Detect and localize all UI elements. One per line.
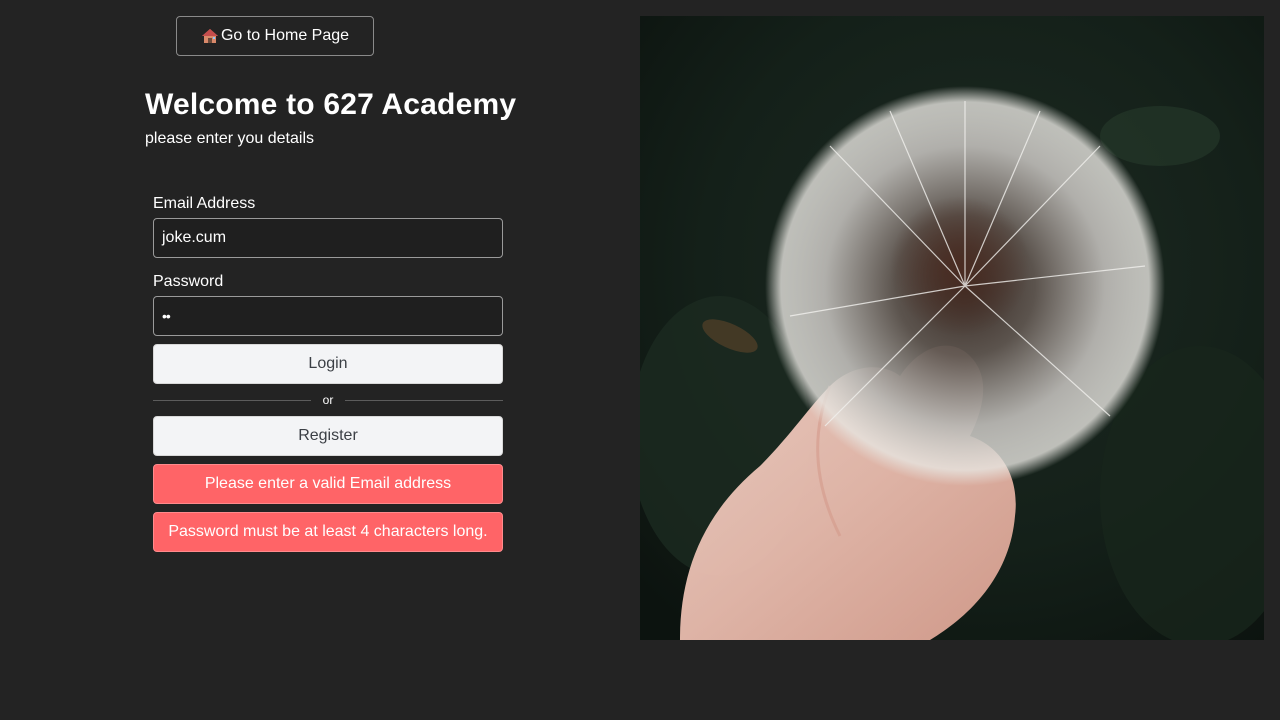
password-field[interactable]: ••	[153, 296, 503, 336]
dandelion-illustration	[640, 16, 1264, 640]
divider-text: or	[322, 393, 334, 407]
password-label: Password	[153, 273, 224, 290]
login-form: Email Address joke.cum Password •• Login…	[153, 194, 504, 552]
email-field[interactable]: joke.cum	[153, 218, 503, 258]
home-page-button-label: Go to Home Page	[220, 27, 350, 44]
or-divider: or	[153, 384, 504, 416]
hero-image	[640, 16, 1264, 640]
password-error-message: Password must be at least 4 characters l…	[153, 512, 503, 552]
password-value: ••	[162, 308, 171, 324]
divider-line-right	[345, 399, 504, 401]
login-button[interactable]: Login	[153, 344, 503, 384]
email-error-message: Please enter a valid Email address	[153, 464, 503, 504]
page-subtitle: please enter you details	[145, 130, 314, 147]
email-label: Email Address	[153, 195, 256, 212]
register-button[interactable]: Register	[153, 416, 503, 456]
divider-line-left	[153, 399, 311, 401]
email-value: joke.cum	[162, 229, 227, 246]
home-page-button[interactable]: Go to Home Page	[176, 16, 374, 56]
page-title: Welcome to 627 Academy	[145, 88, 517, 121]
house-icon	[201, 29, 218, 43]
